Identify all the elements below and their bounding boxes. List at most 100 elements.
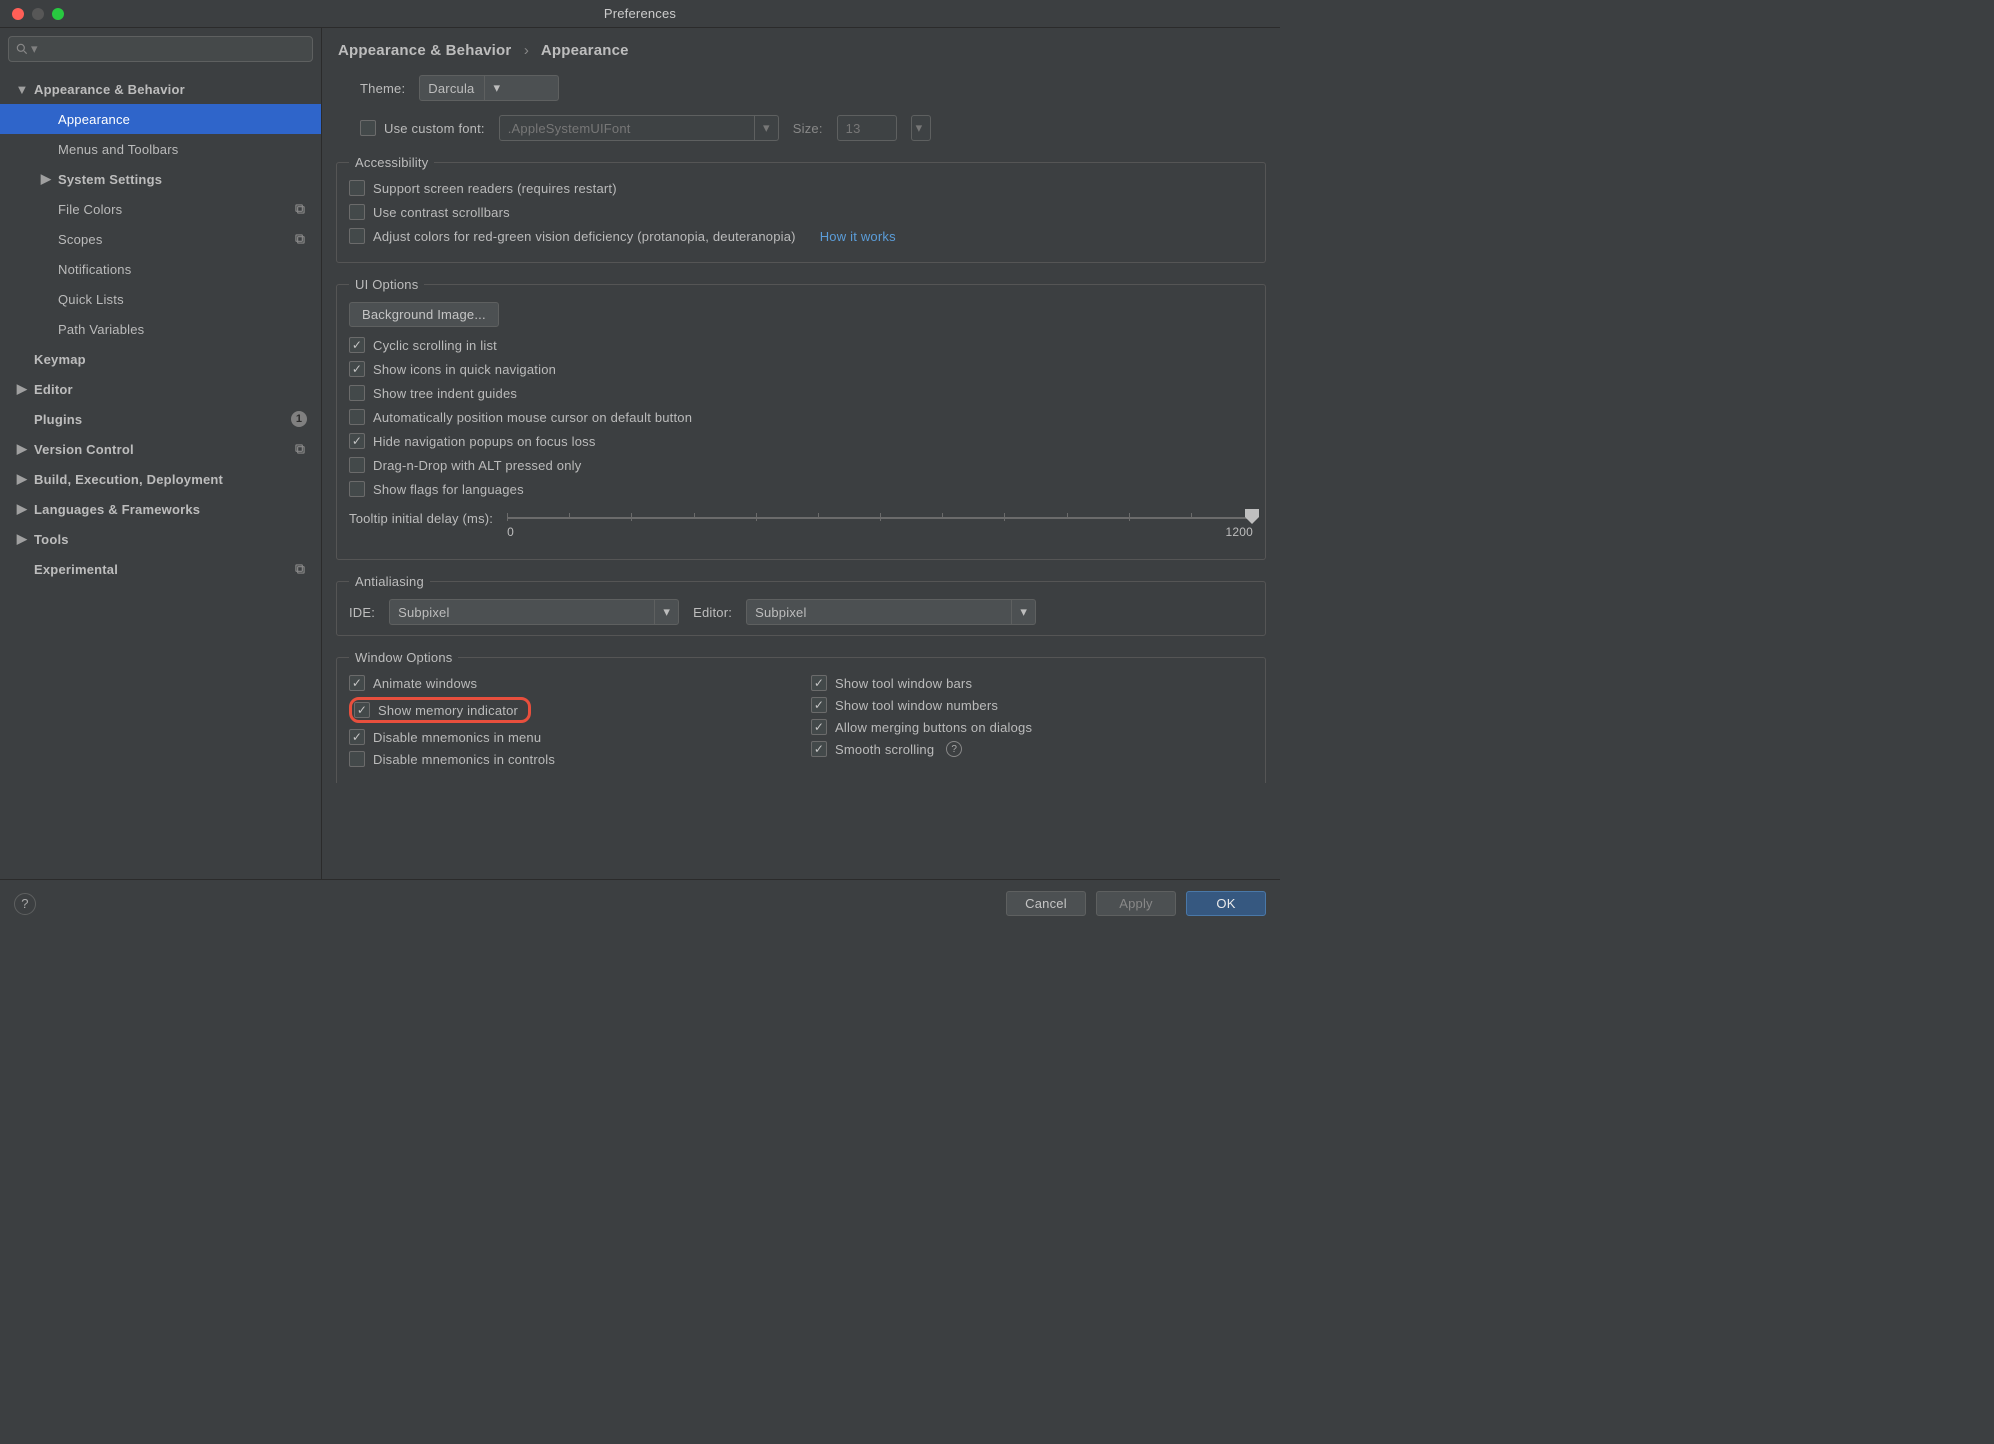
- cancel-button[interactable]: Cancel: [1006, 891, 1086, 916]
- sidebar-item-label: Path Variables: [58, 322, 144, 337]
- background-image-button[interactable]: Background Image...: [349, 302, 499, 327]
- sidebar-item-label: Editor: [34, 382, 73, 397]
- sidebar-item[interactable]: ▶Tools: [0, 524, 321, 554]
- sidebar-item[interactable]: Experimental: [0, 554, 321, 584]
- use-custom-font-label: Use custom font:: [384, 121, 485, 136]
- chevron-down-icon: ▾: [754, 116, 770, 140]
- minimize-window-button[interactable]: [32, 8, 44, 20]
- apply-button[interactable]: Apply: [1096, 891, 1176, 916]
- copy-icon: [293, 562, 307, 576]
- checkbox-label: Show icons in quick navigation: [373, 362, 556, 377]
- checkbox[interactable]: Show icons in quick navigation: [349, 361, 1253, 377]
- sidebar-item[interactable]: Plugins1: [0, 404, 321, 434]
- sidebar-item-label: Appearance & Behavior: [34, 82, 185, 97]
- checkbox[interactable]: Animate windows: [349, 675, 791, 691]
- slider-thumb[interactable]: [1243, 507, 1261, 525]
- breadcrumb-leaf: Appearance: [541, 42, 629, 59]
- checkbox-label: Automatically position mouse cursor on d…: [373, 410, 692, 425]
- breadcrumb: Appearance & Behavior › Appearance: [322, 28, 1280, 63]
- checkbox[interactable]: Smooth scrolling?: [811, 741, 1253, 757]
- sidebar-item[interactable]: Path Variables: [0, 314, 321, 344]
- sidebar-item[interactable]: File Colors: [0, 194, 321, 224]
- accessibility-legend: Accessibility: [349, 155, 434, 170]
- theme-select[interactable]: Darcula ▾: [419, 75, 559, 101]
- sidebar-item-label: Quick Lists: [58, 292, 124, 307]
- use-custom-font-checkbox[interactable]: Use custom font:: [360, 120, 485, 136]
- font-name-select[interactable]: .AppleSystemUIFont ▾: [499, 115, 779, 141]
- accessibility-group: Accessibility Support screen readers (re…: [336, 155, 1266, 263]
- window-options-legend: Window Options: [349, 650, 458, 665]
- aa-editor-value: Subpixel: [755, 605, 806, 620]
- checkbox-label: Drag-n-Drop with ALT pressed only: [373, 458, 581, 473]
- sidebar-item[interactable]: ▶Build, Execution, Deployment: [0, 464, 321, 494]
- ui-options-legend: UI Options: [349, 277, 424, 292]
- footer: ? Cancel Apply OK: [0, 879, 1280, 927]
- checkbox[interactable]: Disable mnemonics in menu: [349, 729, 791, 745]
- chevron-right-icon: ▶: [16, 501, 28, 517]
- checkbox-label: Show flags for languages: [373, 482, 524, 497]
- chevron-down-icon: ▾: [1011, 600, 1027, 624]
- checkbox[interactable]: Cyclic scrolling in list: [349, 337, 1253, 353]
- checkbox-label: Disable mnemonics in menu: [373, 730, 541, 745]
- sidebar-item[interactable]: Notifications: [0, 254, 321, 284]
- sidebar-item[interactable]: Keymap: [0, 344, 321, 374]
- sidebar-item[interactable]: ▼Appearance & Behavior: [0, 74, 321, 104]
- how-it-works-link[interactable]: How it works: [820, 229, 896, 244]
- aa-editor-select[interactable]: Subpixel ▾: [746, 599, 1036, 625]
- sidebar-item-label: File Colors: [58, 202, 122, 217]
- font-size-value: 13: [846, 121, 861, 136]
- checkbox[interactable]: Disable mnemonics in controls: [349, 751, 791, 767]
- checkbox[interactable]: Allow merging buttons on dialogs: [811, 719, 1253, 735]
- sidebar-item[interactable]: ▶Languages & Frameworks: [0, 494, 321, 524]
- font-size-stepper[interactable]: ▾: [911, 115, 931, 141]
- checkbox[interactable]: Automatically position mouse cursor on d…: [349, 409, 1253, 425]
- checkbox[interactable]: Support screen readers (requires restart…: [349, 180, 1253, 196]
- checkbox[interactable]: Show tool window bars: [811, 675, 1253, 691]
- traffic-lights: [12, 8, 64, 20]
- sidebar-item-label: System Settings: [58, 172, 162, 187]
- checkbox-label: Support screen readers (requires restart…: [373, 181, 617, 196]
- search-input[interactable]: ▾: [8, 36, 313, 62]
- checkbox-label: Animate windows: [373, 676, 477, 691]
- sidebar-item[interactable]: Menus and Toolbars: [0, 134, 321, 164]
- aa-ide-select[interactable]: Subpixel ▾: [389, 599, 679, 625]
- sidebar-item[interactable]: ▶Editor: [0, 374, 321, 404]
- titlebar: Preferences: [0, 0, 1280, 28]
- sidebar-item[interactable]: ▶System Settings: [0, 164, 321, 194]
- slider-max: 1200: [1226, 525, 1254, 539]
- sidebar-item[interactable]: ▶Version Control: [0, 434, 321, 464]
- sidebar-item-label: Build, Execution, Deployment: [34, 472, 223, 487]
- checkbox[interactable]: Show tree indent guides: [349, 385, 1253, 401]
- font-size-field[interactable]: 13: [837, 115, 897, 141]
- checkbox[interactable]: Hide navigation popups on focus loss: [349, 433, 1253, 449]
- sidebar-item-label: Version Control: [34, 442, 134, 457]
- window-title: Preferences: [0, 6, 1280, 21]
- aa-editor-label: Editor:: [693, 605, 732, 620]
- ok-button[interactable]: OK: [1186, 891, 1266, 916]
- checkbox[interactable]: Use contrast scrollbars: [349, 204, 1253, 220]
- sidebar-item[interactable]: Appearance: [0, 104, 321, 134]
- color-blind-label: Adjust colors for red-green vision defic…: [373, 229, 796, 244]
- checkbox-label: Cyclic scrolling in list: [373, 338, 497, 353]
- close-window-button[interactable]: [12, 8, 24, 20]
- help-icon[interactable]: ?: [946, 741, 962, 757]
- theme-value: Darcula: [428, 81, 474, 96]
- checkbox-label: Show tool window bars: [835, 676, 972, 691]
- sidebar-item[interactable]: Quick Lists: [0, 284, 321, 314]
- help-button[interactable]: ?: [14, 893, 36, 915]
- window-options-group: Window Options Animate windows Show memor…: [336, 650, 1266, 783]
- checkbox[interactable]: Show tool window numbers: [811, 697, 1253, 713]
- sidebar-item[interactable]: Scopes: [0, 224, 321, 254]
- aa-ide-value: Subpixel: [398, 605, 449, 620]
- tooltip-delay-slider[interactable]: 0 1200: [507, 509, 1253, 549]
- checkbox-label: Smooth scrolling: [835, 742, 934, 757]
- search-icon: [15, 42, 29, 56]
- zoom-window-button[interactable]: [52, 8, 64, 20]
- color-blind-checkbox[interactable]: Adjust colors for red-green vision defic…: [349, 228, 1253, 244]
- checkbox[interactable]: Drag-n-Drop with ALT pressed only: [349, 457, 1253, 473]
- copy-icon: [293, 202, 307, 216]
- checkbox[interactable]: Show flags for languages: [349, 481, 1253, 497]
- checkbox[interactable]: Show memory indicator: [354, 702, 518, 718]
- font-size-label: Size:: [793, 121, 823, 136]
- checkbox-label: Show tool window numbers: [835, 698, 998, 713]
